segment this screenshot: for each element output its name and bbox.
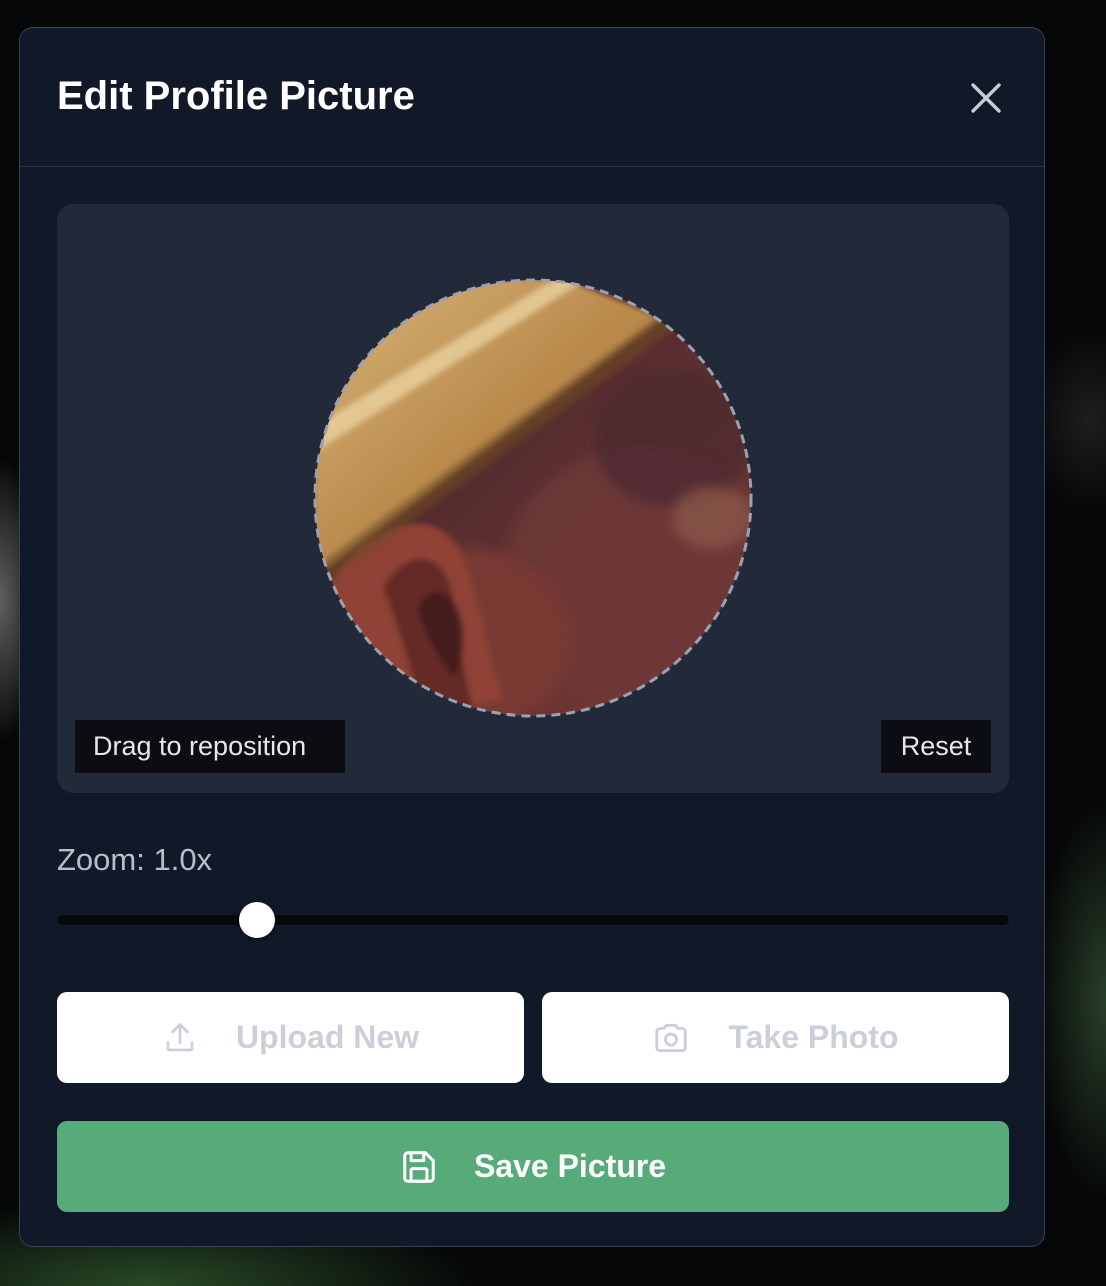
- zoom-label: Zoom: 1.0x: [57, 842, 213, 877]
- take-photo-label: Take Photo: [728, 1019, 899, 1055]
- save-picture-button[interactable]: Save Picture: [57, 1121, 1009, 1212]
- dialog-title: Edit Profile Picture: [57, 74, 415, 118]
- close-icon: [970, 82, 1002, 114]
- drag-hint: Drag to reposition: [75, 720, 345, 773]
- reset-button[interactable]: Reset: [881, 720, 991, 773]
- edit-profile-picture-dialog: Edit Profile Picture Drag to reposition …: [19, 27, 1045, 1247]
- save-picture-label: Save Picture: [473, 1148, 667, 1184]
- take-photo-button[interactable]: Take Photo: [542, 992, 1009, 1083]
- profile-photo-preview: [313, 278, 753, 718]
- crop-circle[interactable]: [313, 278, 753, 718]
- upload-icon: [162, 1020, 198, 1056]
- zoom-slider-track[interactable]: [57, 915, 1009, 925]
- zoom-slider-thumb[interactable]: [238, 902, 275, 938]
- save-icon: [400, 1148, 438, 1186]
- upload-new-label: Upload New: [235, 1019, 420, 1055]
- upload-new-button[interactable]: Upload New: [57, 992, 524, 1083]
- image-crop-editor: Drag to reposition Reset: [57, 204, 1009, 793]
- dialog-header: Edit Profile Picture: [20, 28, 1044, 167]
- camera-icon: [652, 1019, 690, 1057]
- close-button[interactable]: [966, 78, 1006, 118]
